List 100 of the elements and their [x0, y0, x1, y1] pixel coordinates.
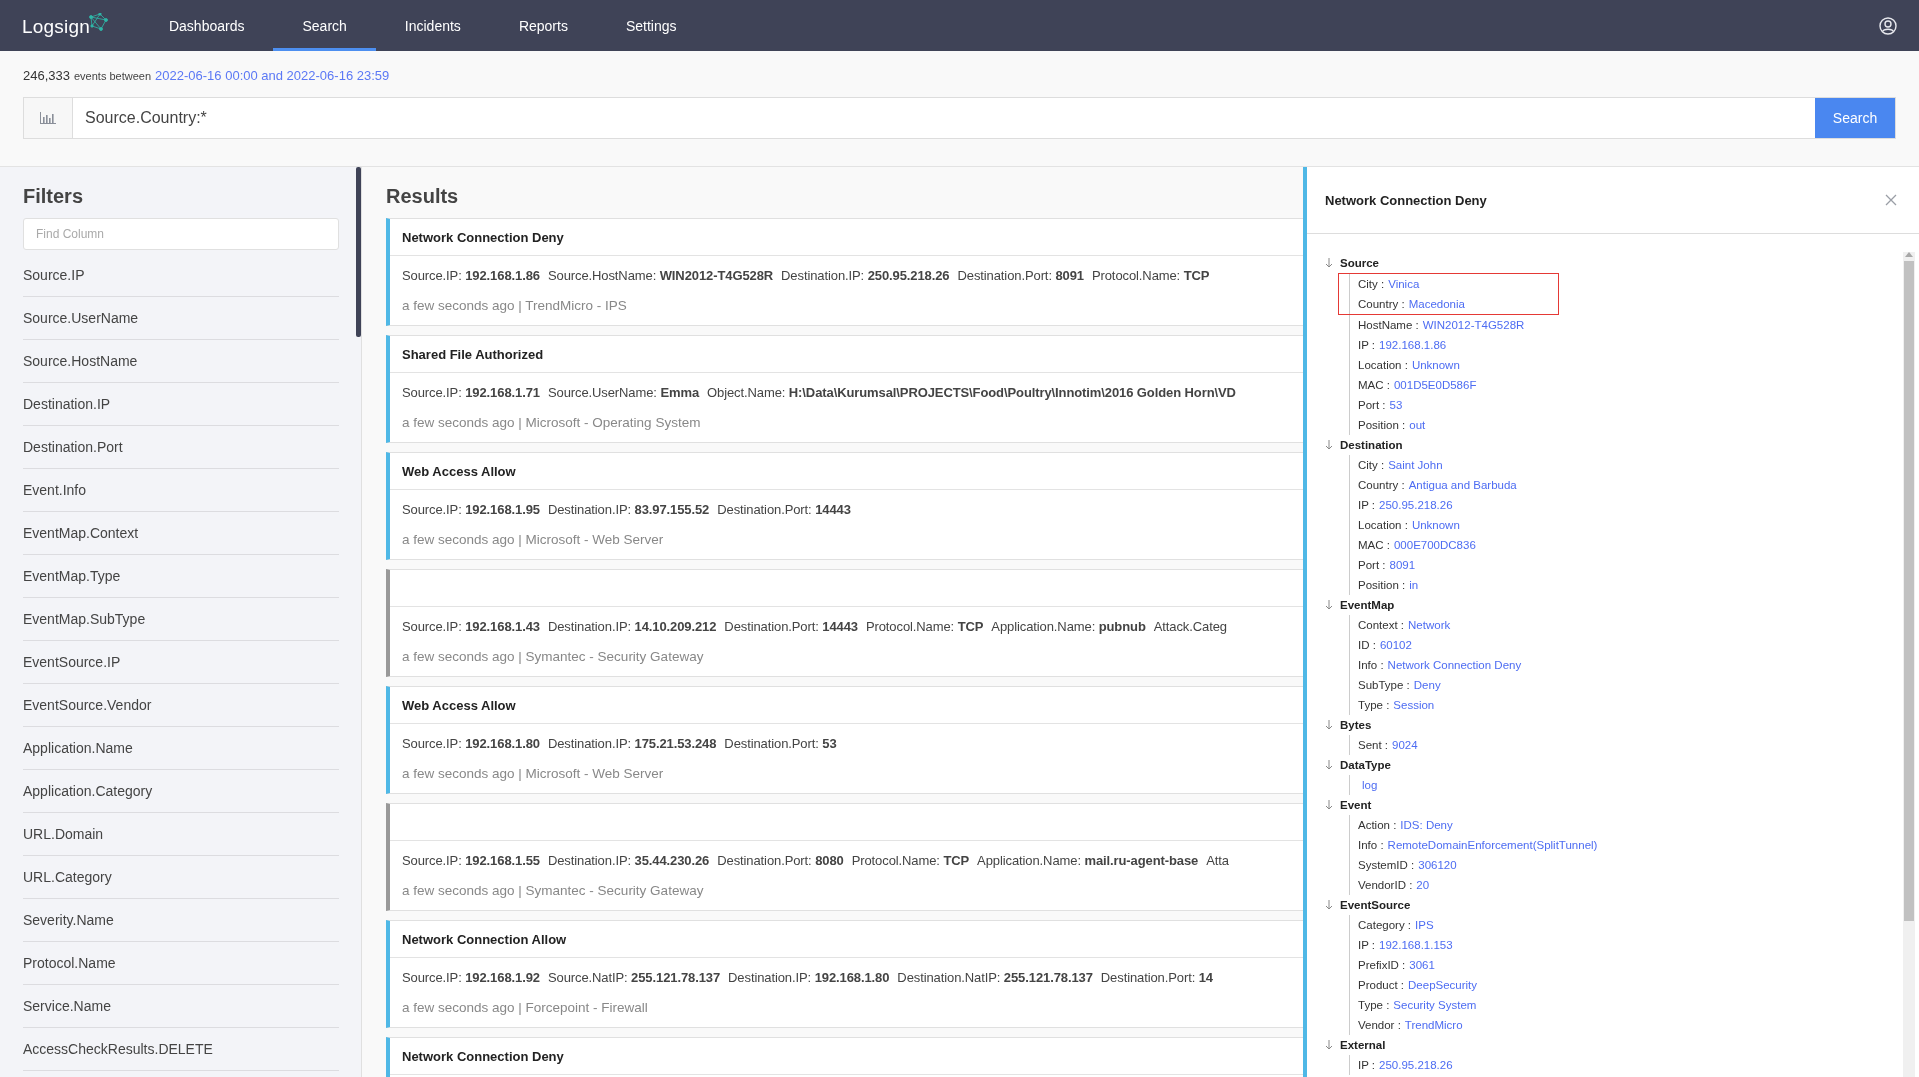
close-icon[interactable] [1885, 194, 1897, 206]
field-group-name: Source [1340, 257, 1379, 269]
event-title: Web Access Allow [402, 698, 516, 713]
down-arrow-icon[interactable] [1325, 900, 1333, 910]
field-value[interactable]: 3061 [1409, 959, 1435, 971]
user-account-icon[interactable] [1879, 16, 1897, 35]
filters-heading: Filters [23, 185, 85, 208]
filter-column-item[interactable]: URL.Domain [23, 813, 339, 856]
filter-column-item[interactable]: EventMap.SubType [23, 598, 339, 641]
field-value[interactable]: 306120 [1418, 859, 1457, 871]
event-card[interactable]: Web Access Allow Source.IP: 192.168.1.95 Destination.IP: 83.97.155.52 Destination.Port: 14443 a few seconds ago | Microsoft - Web Server [386, 452, 1303, 560]
date-range-link[interactable]: 2022-06-16 00:00 and 2022-06-16 23:59 [155, 68, 390, 83]
field-value[interactable]: IPS [1415, 919, 1434, 931]
field-value[interactable]: 192.168.1.153 [1379, 939, 1453, 951]
filter-column-item[interactable]: Destination.IP [23, 383, 339, 426]
find-column-field[interactable]: Find Column [23, 218, 339, 250]
event-card[interactable]: Network Connection Deny [386, 1037, 1303, 1077]
logo-text[interactable]: Logsign [22, 16, 90, 38]
field-group-name: External [1340, 1039, 1386, 1051]
down-arrow-icon[interactable] [1325, 800, 1333, 810]
field-value[interactable]: log [1362, 779, 1378, 791]
nav-tab[interactable]: Reports [489, 0, 597, 51]
field-value[interactable]: 60102 [1379, 639, 1412, 651]
field-value[interactable]: TrendMicro [1404, 1019, 1463, 1031]
field-key: Port : [1358, 399, 1386, 411]
field-value[interactable]: DeepSecurity [1408, 979, 1478, 991]
filter-column-item[interactable]: Source.HostName [23, 340, 339, 383]
down-arrow-icon[interactable] [1325, 720, 1333, 730]
field-value[interactable]: Unknown [1411, 519, 1460, 531]
scroll-up-icon[interactable] [1905, 252, 1913, 257]
filter-column-item[interactable]: EventSource.Vendor [23, 684, 339, 727]
field-value[interactable]: 20 [1416, 879, 1430, 891]
field-value[interactable]: Security System [1393, 999, 1477, 1011]
field-group-name: DataType [1340, 759, 1391, 771]
field-value[interactable]: Network Connection Deny [1387, 659, 1522, 671]
nav-tab[interactable]: Dashboards [139, 0, 274, 51]
down-arrow-icon[interactable] [1325, 600, 1333, 610]
field-value[interactable]: 000E700DC836 [1393, 539, 1476, 551]
field-value[interactable]: Network [1408, 619, 1451, 631]
field-value[interactable]: in [1409, 579, 1419, 591]
field-key: Country : [1358, 298, 1405, 310]
field-value[interactable]: Vinica [1388, 278, 1420, 290]
field-value[interactable]: Session [1393, 699, 1435, 711]
field-value[interactable]: Saint John [1388, 459, 1443, 471]
filter-column-item[interactable]: EventSource.IP [23, 641, 339, 684]
event-fields: Source.IP: 192.168.1.86 Source.HostName: WIN2012-T4G528R Destination.IP: 250.95.218.26 Destination.Port: 8091 Protocol.Name: TCP [402, 268, 1210, 286]
event-card[interactable]: Source.IP: 192.168.1.55 Destination.IP: 35.44.230.26 Destination.Port: 8080 Protocol.Name: TCP Application.Name: mail.ru-agent-base Atta a few seconds ago | Symantec - Security Gateway [386, 803, 1303, 911]
field-group-name: Bytes [1340, 719, 1372, 731]
event-card[interactable]: Network Connection Deny Source.IP: 192.168.1.86 Source.HostName: WIN2012-T4G528R Destination.IP: 250.95.218.26 Destination.Port: 8091 Protocol.Name: TCP a few seconds ago | TrendMicro - IPS [386, 218, 1303, 326]
nav-tab[interactable]: Settings [596, 0, 706, 51]
event-card[interactable]: Source.IP: 192.168.1.43 Destination.IP: 14.10.209.212 Destination.Port: 14443 Protocol.Name: TCP Application.Name: pubnub Attack.Categ a few seconds ago | Symantec - Security Gateway [386, 569, 1303, 677]
filter-column-item[interactable]: Application.Category [23, 770, 339, 813]
nav-tab[interactable]: Search [273, 0, 376, 51]
field-value[interactable]: IDS: Deny [1400, 819, 1453, 831]
filter-column-item[interactable]: Event.Info [23, 469, 339, 512]
field-key: Category : [1358, 919, 1412, 931]
event-title: Network Connection Deny [402, 230, 564, 245]
field-value[interactable]: Unknown [1411, 359, 1460, 371]
field-value[interactable]: 250.95.218.26 [1379, 499, 1453, 511]
filter-column-item[interactable]: Source.UserName [23, 297, 339, 340]
field-group-name: EventSource [1340, 899, 1411, 911]
field-value[interactable]: 001D5E0D586F [1393, 379, 1477, 391]
filter-column-item[interactable]: URL.Category [23, 856, 339, 899]
filter-column-item[interactable]: Source.IP [23, 254, 339, 297]
down-arrow-icon[interactable] [1325, 440, 1333, 450]
scrollbar-thumb[interactable] [1904, 261, 1914, 921]
down-arrow-icon[interactable] [1325, 258, 1333, 268]
field-value[interactable]: WIN2012-T4G528R [1422, 319, 1525, 331]
field-value[interactable]: RemoteDomainEnforcement(SplitTunnel) [1387, 839, 1598, 851]
filter-column-item[interactable]: Application.Name [23, 727, 339, 770]
field-value[interactable]: Macedonia [1408, 298, 1465, 310]
event-title: Network Connection Deny [402, 1049, 564, 1064]
field-value[interactable]: Deny [1413, 679, 1441, 691]
field-key: Info : [1358, 839, 1384, 851]
filter-column-item[interactable]: Protocol.Name [23, 942, 339, 985]
filter-column-item[interactable]: Destination.Port [23, 426, 339, 469]
filter-column-item[interactable]: EventMap.Type [23, 555, 339, 598]
nav-tab[interactable]: Incidents [375, 0, 490, 51]
field-value[interactable]: 192.168.1.86 [1379, 339, 1447, 351]
filter-column-item[interactable]: Service.Name [23, 985, 339, 1028]
field-key: Action : [1358, 819, 1397, 831]
field-value[interactable]: 250.95.218.26 [1379, 1059, 1453, 1071]
event-title: Web Access Allow [402, 464, 516, 479]
field-value[interactable]: Antigua and Barbuda [1408, 479, 1517, 491]
down-arrow-icon[interactable] [1325, 760, 1333, 770]
event-card[interactable]: Shared File Authorized Source.IP: 192.168.1.71 Source.UserName: Emma Object.Name: H:\Data\Kurumsal\PROJECTS\Food\Poultry\Innotim\2016 Golden Horn\VD a few seconds ago | Microsoft - Operating System [386, 335, 1303, 443]
filter-column-item[interactable]: Severity.Name [23, 899, 339, 942]
field-value[interactable]: 8091 [1389, 559, 1416, 571]
scrollbar-thumb[interactable] [356, 167, 361, 337]
field-value[interactable]: out [1409, 419, 1426, 431]
filter-column-item[interactable]: AccessCheckResults.DELETE [23, 1028, 339, 1071]
field-value[interactable]: 9024 [1392, 739, 1418, 751]
field-group-name: EventMap [1340, 599, 1395, 611]
detail-title: Network Connection Deny [1325, 192, 1487, 208]
filter-column-item[interactable]: EventMap.Context [23, 512, 339, 555]
event-card[interactable] [386, 920, 1303, 1028]
event-card[interactable]: Web Access Allow Source.IP: 192.168.1.80 Destination.IP: 175.21.53.248 Destination.Port: 53 a few seconds ago | Microsoft - Web Server [386, 686, 1303, 794]
field-key: IP : [1358, 339, 1376, 351]
down-arrow-icon[interactable] [1325, 1040, 1333, 1050]
field-value[interactable]: 53 [1389, 399, 1403, 411]
